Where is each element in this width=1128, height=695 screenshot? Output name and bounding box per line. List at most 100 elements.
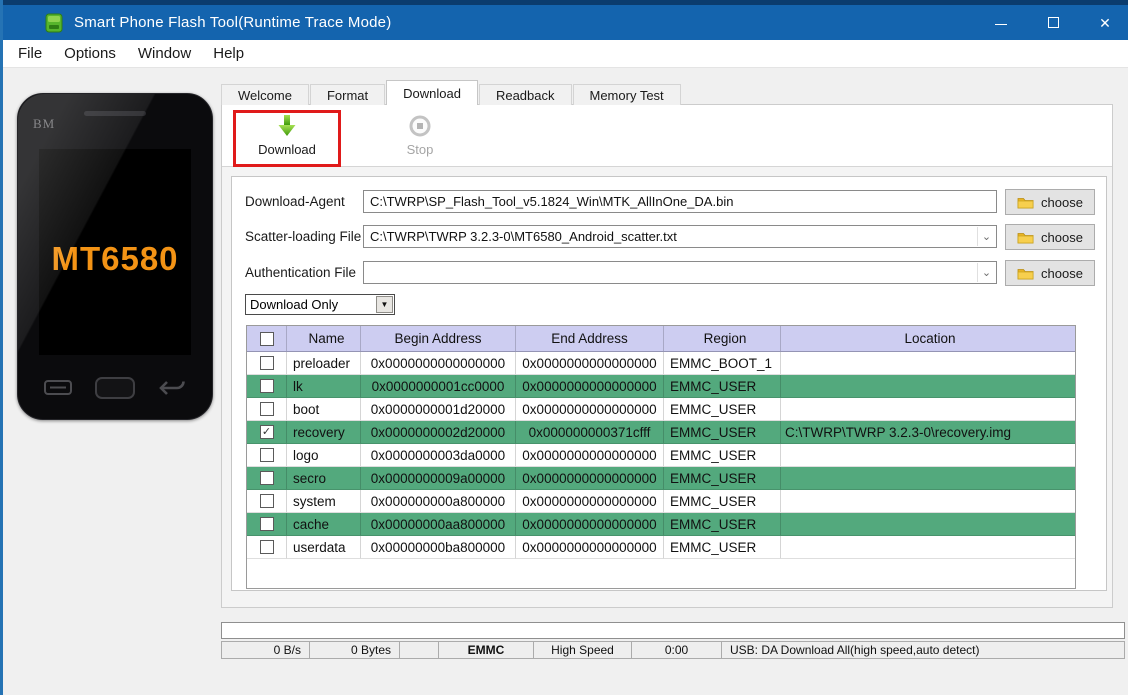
cell-checkbox — [247, 490, 287, 513]
cell-checkbox — [247, 375, 287, 398]
cell-location: C:\TWRP\TWRP 3.2.3-0\recovery.img — [781, 421, 1075, 444]
folder-icon — [1017, 196, 1034, 209]
row-checkbox[interactable] — [260, 448, 274, 462]
tab-download[interactable]: Download — [386, 80, 478, 105]
chevron-down-icon[interactable]: ⌄ — [977, 263, 995, 282]
menu-item-help[interactable]: Help — [202, 40, 255, 68]
tab-memory-test[interactable]: Memory Test — [573, 84, 681, 105]
download-agent-input[interactable] — [363, 190, 997, 213]
maximize-button[interactable] — [1027, 5, 1079, 40]
minimize-button[interactable] — [975, 5, 1027, 40]
row-checkbox[interactable]: ✓ — [260, 425, 274, 439]
partition-table: NameBegin AddressEnd AddressRegionLocati… — [246, 325, 1076, 589]
phone-brand-label: BM — [33, 116, 55, 132]
tab-readback[interactable]: Readback — [479, 84, 572, 105]
table-row-system[interactable]: system0x000000000a8000000x00000000000000… — [247, 490, 1075, 513]
row-checkbox[interactable] — [260, 379, 274, 393]
cell-location — [781, 352, 1075, 375]
table-row-lk[interactable]: lk0x0000000001cc00000x0000000000000000EM… — [247, 375, 1075, 398]
row-checkbox[interactable] — [260, 402, 274, 416]
cell-begin-address: 0x00000000ba800000 — [361, 536, 516, 559]
menu-bar: FileOptionsWindowHelp — [3, 40, 1128, 68]
cell-end-address: 0x0000000000000000 — [516, 536, 664, 559]
choose-download-agent-button[interactable]: choose — [1005, 189, 1095, 215]
cell-region: EMMC_BOOT_1 — [664, 352, 781, 375]
device-preview: BM MT6580 — [17, 93, 213, 420]
cell-checkbox — [247, 444, 287, 467]
row-checkbox[interactable] — [260, 540, 274, 554]
auth-file-input[interactable] — [363, 261, 997, 284]
cell-name: lk — [287, 375, 361, 398]
cell-end-address: 0x0000000000000000 — [516, 444, 664, 467]
auth-file-label: Authentication File — [245, 265, 356, 280]
tab-strip: WelcomeFormatDownloadReadbackMemory Test — [221, 80, 682, 105]
title-bar[interactable]: Smart Phone Flash Tool(Runtime Trace Mod… — [3, 5, 1128, 40]
cell-checkbox — [247, 398, 287, 421]
cell-end-address: 0x0000000000000000 — [516, 490, 664, 513]
cell-begin-address: 0x0000000001cc0000 — [361, 375, 516, 398]
tab-welcome[interactable]: Welcome — [221, 84, 309, 105]
back-icon — [158, 379, 186, 397]
cell-name: recovery — [287, 421, 361, 444]
cell-name: userdata — [287, 536, 361, 559]
dropdown-arrow-icon[interactable]: ▼ — [376, 296, 393, 313]
table-row-userdata[interactable]: userdata0x00000000ba8000000x000000000000… — [247, 536, 1075, 559]
auth-file-combobox[interactable]: ⌄ — [363, 261, 997, 284]
table-row-boot[interactable]: boot0x0000000001d200000x0000000000000000… — [247, 398, 1075, 421]
stop-button-label: Stop — [407, 142, 434, 157]
download-button[interactable]: Download — [237, 113, 337, 157]
cell-checkbox — [247, 467, 287, 490]
menu-item-file[interactable]: File — [7, 40, 53, 68]
menu-item-window[interactable]: Window — [127, 40, 202, 68]
table-row-logo[interactable]: logo0x0000000003da00000x0000000000000000… — [247, 444, 1075, 467]
cell-begin-address: 0x0000000003da0000 — [361, 444, 516, 467]
download-button-label: Download — [258, 142, 316, 157]
choose-auth-file-button[interactable]: choose — [1005, 260, 1095, 286]
cell-end-address: 0x0000000000000000 — [516, 398, 664, 421]
cell-region: EMMC_USER — [664, 398, 781, 421]
cell-name: cache — [287, 513, 361, 536]
column-header-region: Region — [664, 326, 781, 351]
table-row-secro[interactable]: secro0x0000000009a000000x000000000000000… — [247, 467, 1075, 490]
app-window: Smart Phone Flash Tool(Runtime Trace Mod… — [0, 0, 1128, 695]
stop-button[interactable]: Stop — [370, 113, 470, 157]
choose-scatter-file-button[interactable]: choose — [1005, 224, 1095, 250]
window-controls: ✕ — [975, 5, 1128, 40]
cell-region: EMMC_USER — [664, 536, 781, 559]
select-all-checkbox[interactable] — [260, 332, 274, 346]
cell-location — [781, 490, 1075, 513]
cell-location — [781, 398, 1075, 421]
status-usb-speed: High Speed — [534, 642, 632, 658]
status-empty — [400, 642, 439, 658]
row-checkbox[interactable] — [260, 356, 274, 370]
download-settings-group: Download-Agent choose Scatter-loading Fi… — [231, 176, 1107, 591]
cell-region: EMMC_USER — [664, 375, 781, 398]
table-row-cache[interactable]: cache0x00000000aa8000000x000000000000000… — [247, 513, 1075, 536]
row-checkbox[interactable] — [260, 517, 274, 531]
stop-icon — [407, 113, 433, 139]
cell-location — [781, 467, 1075, 490]
cell-begin-address: 0x0000000002d20000 — [361, 421, 516, 444]
cell-end-address: 0x0000000000000000 — [516, 352, 664, 375]
close-button[interactable]: ✕ — [1079, 5, 1128, 40]
menu-item-options[interactable]: Options — [53, 40, 127, 68]
table-row-preloader[interactable]: preloader0x00000000000000000x00000000000… — [247, 352, 1075, 375]
scatter-file-combobox[interactable]: ⌄ — [363, 225, 997, 248]
scatter-file-label: Scatter-loading File — [245, 229, 361, 244]
download-mode-value: Download Only — [246, 297, 376, 312]
chevron-down-icon[interactable]: ⌄ — [977, 227, 995, 246]
close-icon: ✕ — [1099, 16, 1111, 30]
row-checkbox[interactable] — [260, 471, 274, 485]
toolbar: Download Stop — [222, 105, 1112, 167]
cell-checkbox — [247, 352, 287, 375]
table-row-recovery[interactable]: ✓recovery0x0000000002d200000x00000000037… — [247, 421, 1075, 444]
row-checkbox[interactable] — [260, 494, 274, 508]
cell-checkbox — [247, 536, 287, 559]
scatter-file-input[interactable] — [363, 225, 997, 248]
tab-format[interactable]: Format — [310, 84, 385, 105]
column-header-name: Name — [287, 326, 361, 351]
column-header-begin-address: Begin Address — [361, 326, 516, 351]
cell-region: EMMC_USER — [664, 513, 781, 536]
minimize-icon — [995, 24, 1007, 25]
download-mode-dropdown[interactable]: Download Only ▼ — [245, 294, 395, 315]
